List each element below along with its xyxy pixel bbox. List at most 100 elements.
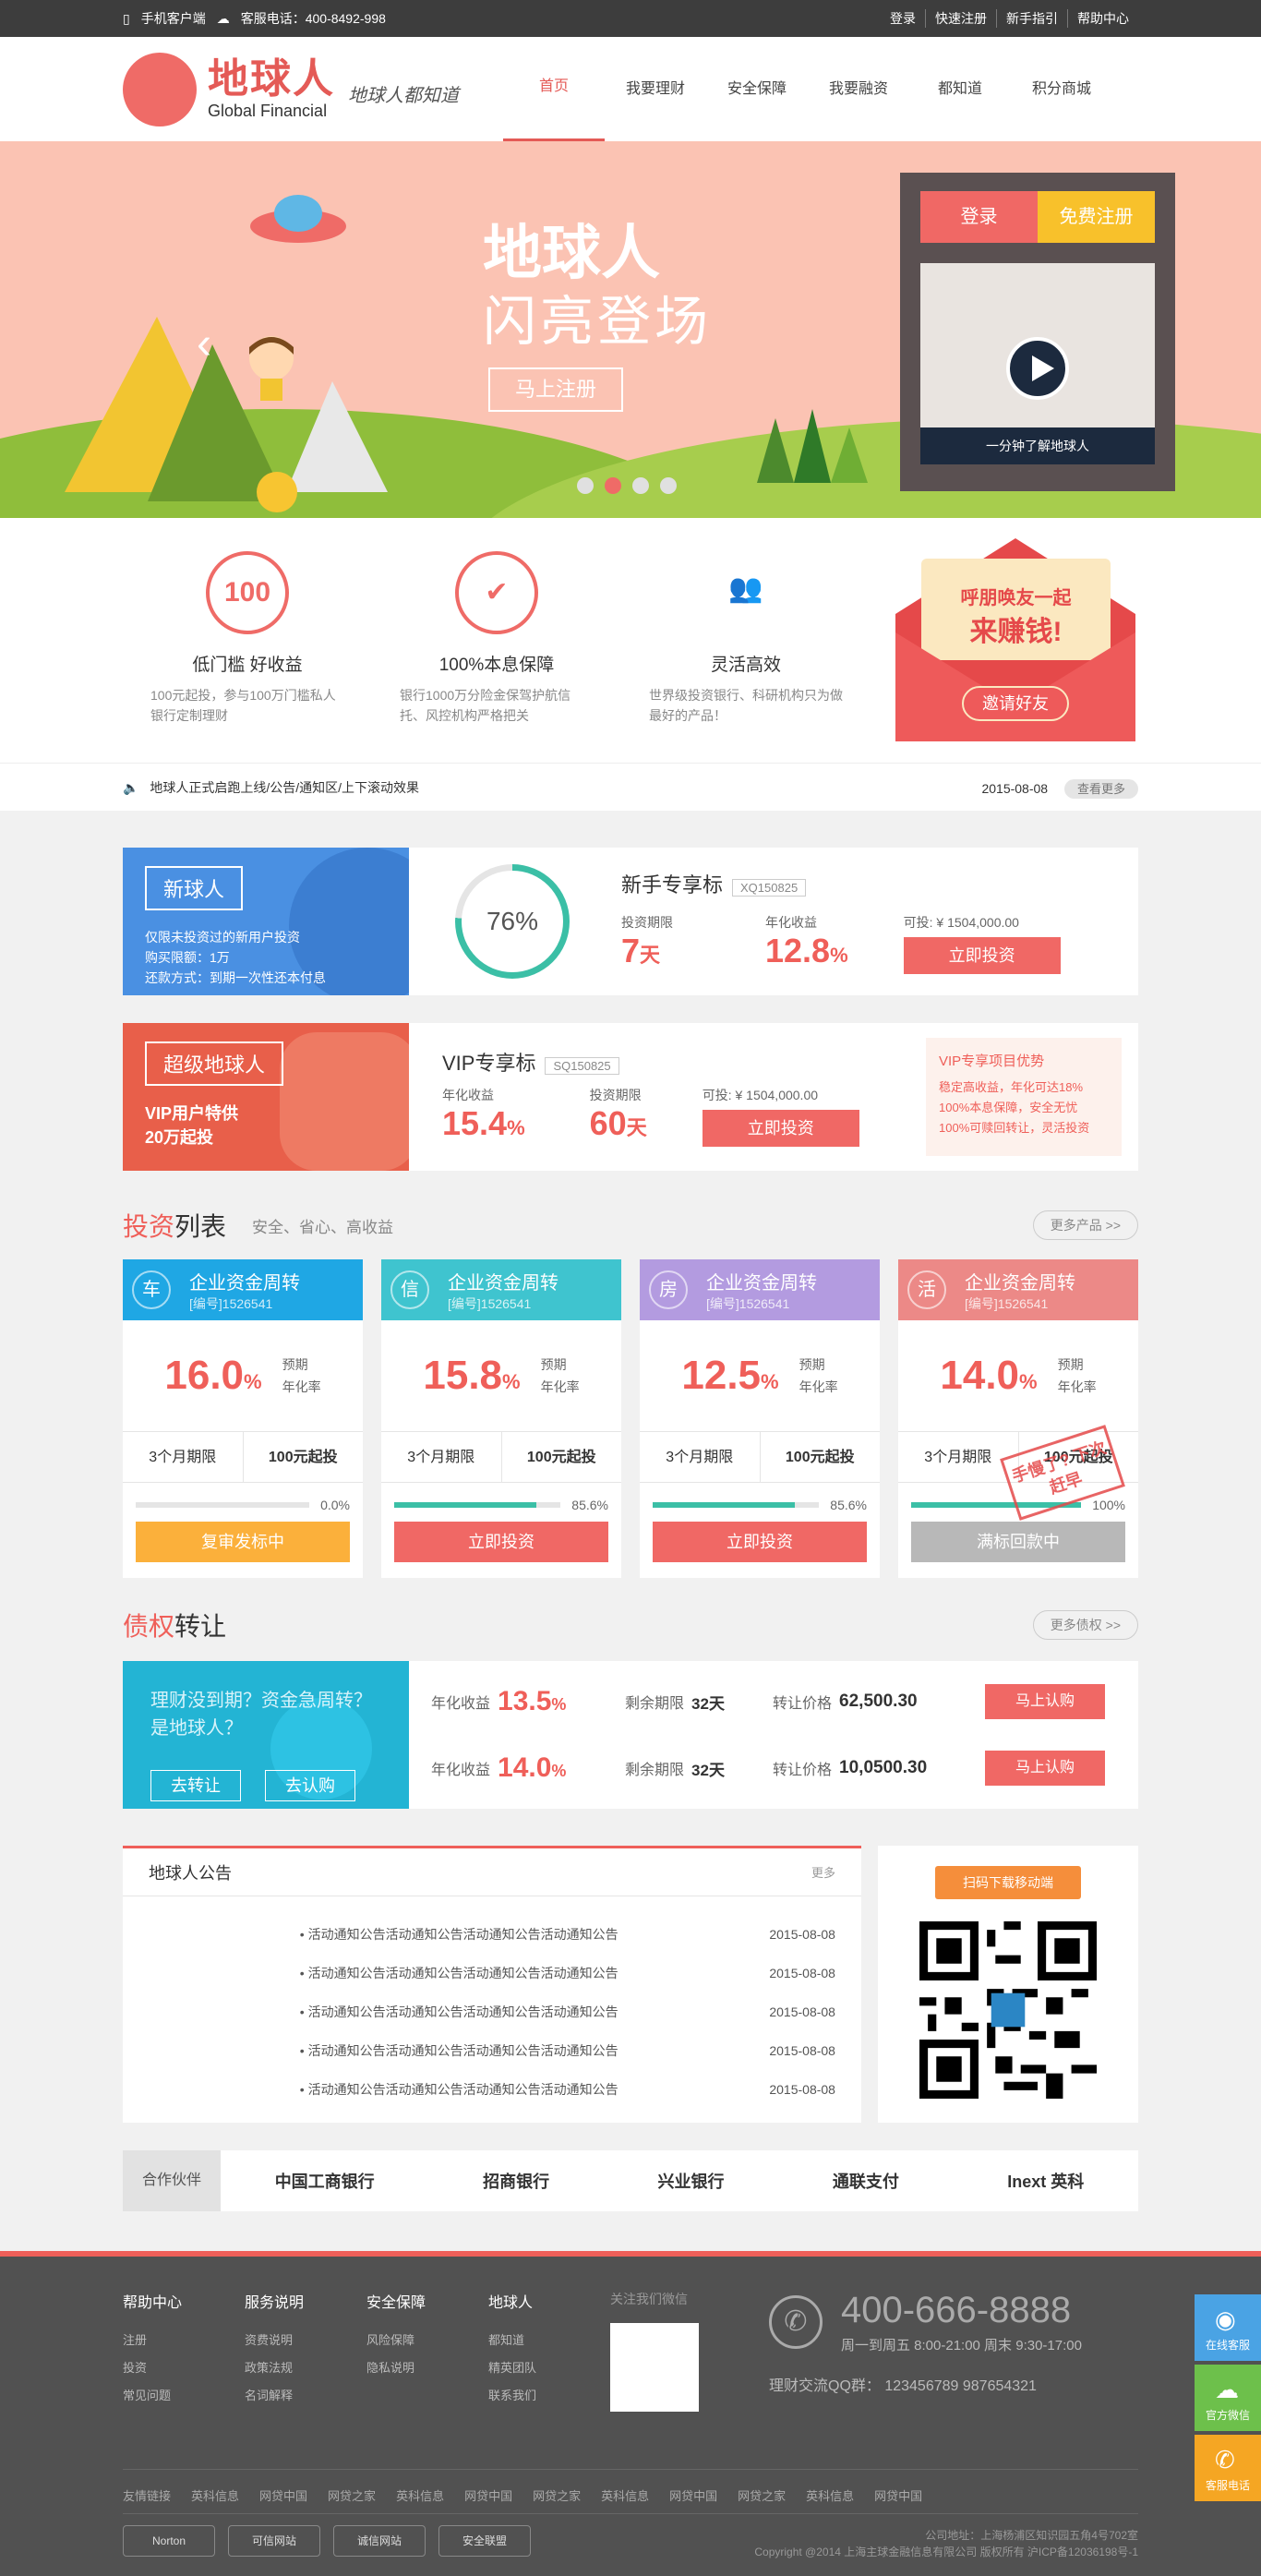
more-products-button[interactable]: 更多产品 >> bbox=[1032, 1210, 1138, 1240]
notice-text[interactable]: 地球人正式启跑上线/公告/通知区/上下滚动效果 bbox=[150, 780, 419, 795]
card-action-button[interactable]: 立即投资 bbox=[653, 1522, 867, 1562]
play-icon[interactable] bbox=[1006, 337, 1069, 400]
invest-now-button[interactable]: 立即投资 bbox=[702, 1110, 859, 1147]
footer-link[interactable]: 注册 bbox=[123, 2327, 245, 2354]
footer-link[interactable]: 政策法规 bbox=[245, 2354, 366, 2382]
card-title[interactable]: 企业资金周转 bbox=[965, 1268, 1075, 1294]
announcement-text[interactable]: 活动通知公告活动通知公告活动通知公告活动通知公告 bbox=[308, 1927, 618, 1942]
slide-dot[interactable] bbox=[577, 477, 594, 494]
subscribe-now-button[interactable]: 马上认购 bbox=[985, 1751, 1105, 1786]
norton-badge[interactable]: Norton bbox=[123, 2525, 215, 2557]
announcement-item[interactable]: • 活动通知公告活动通知公告活动通知公告活动通知公告 2015-08-08 bbox=[149, 1992, 835, 2031]
friend-link[interactable]: 英科信息 bbox=[601, 2486, 649, 2504]
footer-link[interactable]: 隐私说明 bbox=[366, 2354, 488, 2382]
friend-link[interactable]: 网贷中国 bbox=[669, 2486, 717, 2504]
partner-cib-logo[interactable]: 兴业银行 bbox=[657, 2169, 724, 2193]
friend-link[interactable]: 网贷中国 bbox=[259, 2486, 307, 2504]
friend-link[interactable]: 网贷之家 bbox=[738, 2486, 786, 2504]
nav-home[interactable]: 首页 bbox=[503, 37, 605, 141]
credit-site-badge[interactable]: 诚信网站 bbox=[333, 2525, 426, 2557]
announce-more-link[interactable]: 更多 bbox=[811, 1863, 835, 1881]
online-service-button[interactable]: ◉ 在线客服 bbox=[1195, 2294, 1261, 2361]
card-action-button[interactable]: 复审发标中 bbox=[136, 1522, 350, 1562]
friend-link[interactable]: 网贷之家 bbox=[328, 2486, 376, 2504]
friend-link[interactable]: 网贷之家 bbox=[533, 2486, 581, 2504]
slide-dot[interactable] bbox=[632, 477, 649, 494]
nav-invest[interactable]: 我要理财 bbox=[605, 37, 706, 141]
partner-cmb-logo[interactable]: 招商银行 bbox=[483, 2169, 549, 2193]
product-card[interactable]: 车企业资金周转 [编号]1526541 16.0% 预期 年化率 3个月期限 100元起投 0… bbox=[123, 1259, 363, 1578]
footer-link[interactable]: 常见问题 bbox=[123, 2382, 245, 2410]
footer-col-title: 服务说明 bbox=[245, 2295, 305, 2311]
trusted-site-badge[interactable]: 可信网站 bbox=[228, 2525, 320, 2557]
slide-dot[interactable] bbox=[660, 477, 677, 494]
card-title[interactable]: 企业资金周转 bbox=[448, 1268, 558, 1294]
announcement-text[interactable]: 活动通知公告活动通知公告活动通知公告活动通知公告 bbox=[308, 1966, 618, 1980]
announcement-item[interactable]: • 活动通知公告活动通知公告活动通知公告活动通知公告 2015-08-08 bbox=[149, 2031, 835, 2070]
invest-now-button[interactable]: 立即投资 bbox=[903, 937, 1061, 974]
product-card[interactable]: 信企业资金周转 [编号]1526541 15.8% 预期 年化率 3个月期限 100元起投 8… bbox=[381, 1259, 621, 1578]
card-action-button[interactable]: 立即投资 bbox=[394, 1522, 608, 1562]
product-title[interactable]: VIP专享标 bbox=[442, 1052, 535, 1075]
footer-link[interactable]: 投资 bbox=[123, 2354, 245, 2382]
logo[interactable]: 地球人 Global Financial bbox=[208, 57, 335, 121]
banner-register-button[interactable]: 马上注册 bbox=[488, 367, 623, 412]
nav-know[interactable]: 都知道 bbox=[909, 37, 1011, 141]
security-alliance-badge[interactable]: 安全联盟 bbox=[438, 2525, 531, 2557]
friend-link[interactable]: 英科信息 bbox=[396, 2486, 444, 2504]
announcement-item[interactable]: • 活动通知公告活动通知公告活动通知公告活动通知公告 2015-08-08 bbox=[149, 1954, 835, 1992]
logo-globe-icon[interactable] bbox=[123, 52, 197, 126]
friend-link[interactable]: 英科信息 bbox=[191, 2486, 239, 2504]
friend-link[interactable]: 网贷中国 bbox=[464, 2486, 512, 2504]
friend-link[interactable]: 英科信息 bbox=[806, 2486, 854, 2504]
official-wechat-button[interactable]: ☁ 官方微信 bbox=[1195, 2365, 1261, 2431]
nav-points-mall[interactable]: 积分商城 bbox=[1011, 37, 1112, 141]
more-debt-button[interactable]: 更多债权 >> bbox=[1032, 1610, 1138, 1640]
invite-friends-button[interactable]: 邀请好友 bbox=[962, 686, 1069, 721]
product-title[interactable]: 新手专享标 bbox=[621, 873, 723, 897]
friend-link[interactable]: 网贷中国 bbox=[874, 2486, 922, 2504]
footer-link[interactable]: 都知道 bbox=[488, 2327, 610, 2354]
invite-red-envelope[interactable]: 呼朋唤友一起 来赚钱! 邀请好友 bbox=[894, 531, 1138, 743]
card-action-button[interactable]: 满标回款中 bbox=[911, 1522, 1125, 1562]
mobile-client-link[interactable]: 手机客户端 bbox=[141, 9, 206, 28]
login-button[interactable]: 登录 bbox=[920, 191, 1038, 243]
login-link[interactable]: 登录 bbox=[881, 9, 925, 28]
qr-code-icon[interactable] bbox=[919, 1921, 1097, 2099]
footer-link[interactable]: 联系我们 bbox=[488, 2382, 610, 2410]
go-transfer-button[interactable]: 去转让 bbox=[150, 1770, 241, 1801]
prev-slide-icon[interactable]: ‹ bbox=[197, 319, 211, 369]
card-title[interactable]: 企业资金周转 bbox=[706, 1268, 817, 1294]
card-title[interactable]: 企业资金周转 bbox=[189, 1268, 300, 1294]
go-subscribe-button[interactable]: 去认购 bbox=[265, 1770, 355, 1801]
mobile-icon[interactable]: ▯ bbox=[123, 11, 130, 27]
service-phone-button[interactable]: ✆ 客服电话 bbox=[1195, 2435, 1261, 2501]
free-register-button[interactable]: 免费注册 bbox=[1038, 191, 1155, 243]
product-card[interactable]: 活企业资金周转 [编号]1526541 14.0% 预期 年化率 3个月期限 100元起投 1… bbox=[898, 1259, 1138, 1578]
help-center-link[interactable]: 帮助中心 bbox=[1067, 9, 1138, 28]
partner-allinpay-logo[interactable]: 通联支付 bbox=[833, 2169, 899, 2193]
copyright: Copyright @2014 上海主球金融信息有限公司 版权所有 沪ICP备1… bbox=[754, 2546, 1138, 2558]
announcement-text[interactable]: 活动通知公告活动通知公告活动通知公告活动通知公告 bbox=[308, 2043, 618, 2058]
product-card[interactable]: 房企业资金周转 [编号]1526541 12.5% 预期 年化率 3个月期限 100元起投 8… bbox=[640, 1259, 880, 1578]
partner-inext-logo[interactable]: Inext 英科 bbox=[1007, 2169, 1084, 2193]
subscribe-now-button[interactable]: 马上认购 bbox=[985, 1684, 1105, 1719]
announcement-text[interactable]: 活动通知公告活动通知公告活动通知公告活动通知公告 bbox=[308, 2082, 618, 2097]
wechat-qr-icon[interactable] bbox=[610, 2323, 699, 2412]
nav-financing[interactable]: 我要融资 bbox=[808, 37, 909, 141]
announcement-item[interactable]: • 活动通知公告活动通知公告活动通知公告活动通知公告 2015-08-08 bbox=[149, 1915, 835, 1954]
footer-link[interactable]: 资费说明 bbox=[245, 2327, 366, 2354]
announcement-item[interactable]: • 活动通知公告活动通知公告活动通知公告活动通知公告 2015-08-08 bbox=[149, 2070, 835, 2109]
quick-register-link[interactable]: 快速注册 bbox=[925, 9, 996, 28]
newbie-guide-link[interactable]: 新手指引 bbox=[996, 9, 1067, 28]
footer-link[interactable]: 精英团队 bbox=[488, 2354, 610, 2382]
announcement-text[interactable]: 活动通知公告活动通知公告活动通知公告活动通知公告 bbox=[308, 2004, 618, 2019]
notice-more-button[interactable]: 查看更多 bbox=[1063, 778, 1138, 799]
footer-link[interactable]: 风险保障 bbox=[366, 2327, 488, 2354]
wechat-icon[interactable]: ☁ bbox=[217, 11, 230, 27]
slide-dot[interactable] bbox=[605, 477, 621, 494]
partner-icbc-logo[interactable]: 中国工商银行 bbox=[275, 2169, 375, 2193]
intro-video[interactable]: 一分钟了解地球人 bbox=[920, 263, 1155, 464]
footer-link[interactable]: 名词解释 bbox=[245, 2382, 366, 2410]
nav-security[interactable]: 安全保障 bbox=[706, 37, 808, 141]
